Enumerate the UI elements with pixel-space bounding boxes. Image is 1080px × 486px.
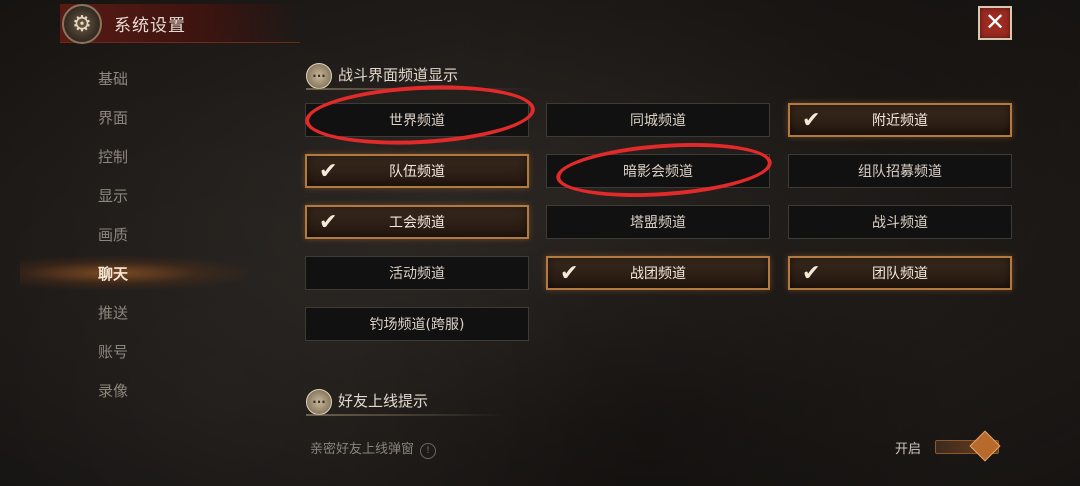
page-title: 系统设置 xyxy=(114,16,186,36)
channel-toggle-nearby[interactable]: ✔ 附近频道 xyxy=(788,103,1012,137)
sidebar-item-chat[interactable]: 聊天 xyxy=(98,263,128,284)
channel-toggle-local[interactable]: 同城频道 xyxy=(546,103,770,137)
checkmark-icon: ✔ xyxy=(802,261,821,286)
channel-label: 组队招募频道 xyxy=(858,164,942,180)
annotation-circle-shadow xyxy=(554,136,774,204)
channel-label: 队伍频道 xyxy=(389,164,445,180)
channel-toggle-tower[interactable]: 塔盟频道 xyxy=(546,205,770,239)
sidebar-active-highlight xyxy=(20,256,250,290)
sidebar-item-control[interactable]: 控制 xyxy=(98,146,128,167)
sidebar-item-account[interactable]: 账号 xyxy=(98,341,128,362)
checkmark-icon: ✔ xyxy=(319,159,338,184)
friend-popup-toggle[interactable] xyxy=(935,430,1001,462)
checkmark-icon: ✔ xyxy=(802,108,821,133)
channel-toggle-raid[interactable]: ✔ 团队频道 xyxy=(788,256,1012,290)
section-divider xyxy=(306,414,506,416)
channel-label: 团队频道 xyxy=(872,266,928,282)
sidebar-item-basic[interactable]: 基础 xyxy=(98,68,128,89)
gear-icon: ⚙ xyxy=(62,4,102,44)
sidebar-item-recording[interactable]: 录像 xyxy=(98,380,128,401)
friend-popup-row: 亲密好友上线弹窗! xyxy=(310,438,437,459)
channel-toggle-event[interactable]: 活动频道 xyxy=(305,256,529,290)
channel-toggle-team[interactable]: ✔ 队伍频道 xyxy=(305,154,529,188)
channel-toggle-recruit[interactable]: 组队招募频道 xyxy=(788,154,1012,188)
info-icon[interactable]: ! xyxy=(420,443,437,459)
channel-label: 战团频道 xyxy=(630,266,686,282)
sidebar-item-push[interactable]: 推送 xyxy=(98,302,128,323)
channel-toggle-guild[interactable]: ✔ 工会频道 xyxy=(305,205,529,239)
toggle-label: 开启 xyxy=(895,442,922,457)
chat-bubble-icon: ··· xyxy=(306,389,332,415)
sidebar-item-display[interactable]: 显示 xyxy=(98,185,128,206)
channel-label: 同城频道 xyxy=(630,113,686,129)
channel-label: 活动频道 xyxy=(389,266,445,282)
channel-label: 战斗频道 xyxy=(872,215,928,231)
toggle-knob[interactable] xyxy=(969,430,1001,462)
channel-toggle-fishing[interactable]: 钓场频道(跨服) xyxy=(305,307,529,341)
sidebar-item-graphics[interactable]: 画质 xyxy=(98,224,128,245)
close-button[interactable]: ✕ xyxy=(978,6,1012,40)
channel-label: 塔盟频道 xyxy=(630,215,686,231)
channel-toggle-clan[interactable]: ✔ 战团频道 xyxy=(546,256,770,290)
background-texture xyxy=(0,0,1080,486)
sidebar-item-interface[interactable]: 界面 xyxy=(98,107,128,128)
annotation-circle-world xyxy=(303,80,537,150)
channel-label: 附近频道 xyxy=(872,113,928,129)
section-title-battle-channels: 战斗界面频道显示 xyxy=(338,66,459,84)
checkmark-icon: ✔ xyxy=(560,261,579,286)
channel-label: 工会频道 xyxy=(389,215,445,231)
channel-label: 钓场频道(跨服) xyxy=(369,317,465,333)
chat-bubble-icon: ··· xyxy=(306,63,332,89)
friend-popup-label: 亲密好友上线弹窗 xyxy=(310,442,415,457)
checkmark-icon: ✔ xyxy=(319,210,338,235)
section-title-friend-online: 好友上线提示 xyxy=(338,392,429,410)
channel-toggle-battle[interactable]: 战斗频道 xyxy=(788,205,1012,239)
close-icon: ✕ xyxy=(984,8,1006,36)
